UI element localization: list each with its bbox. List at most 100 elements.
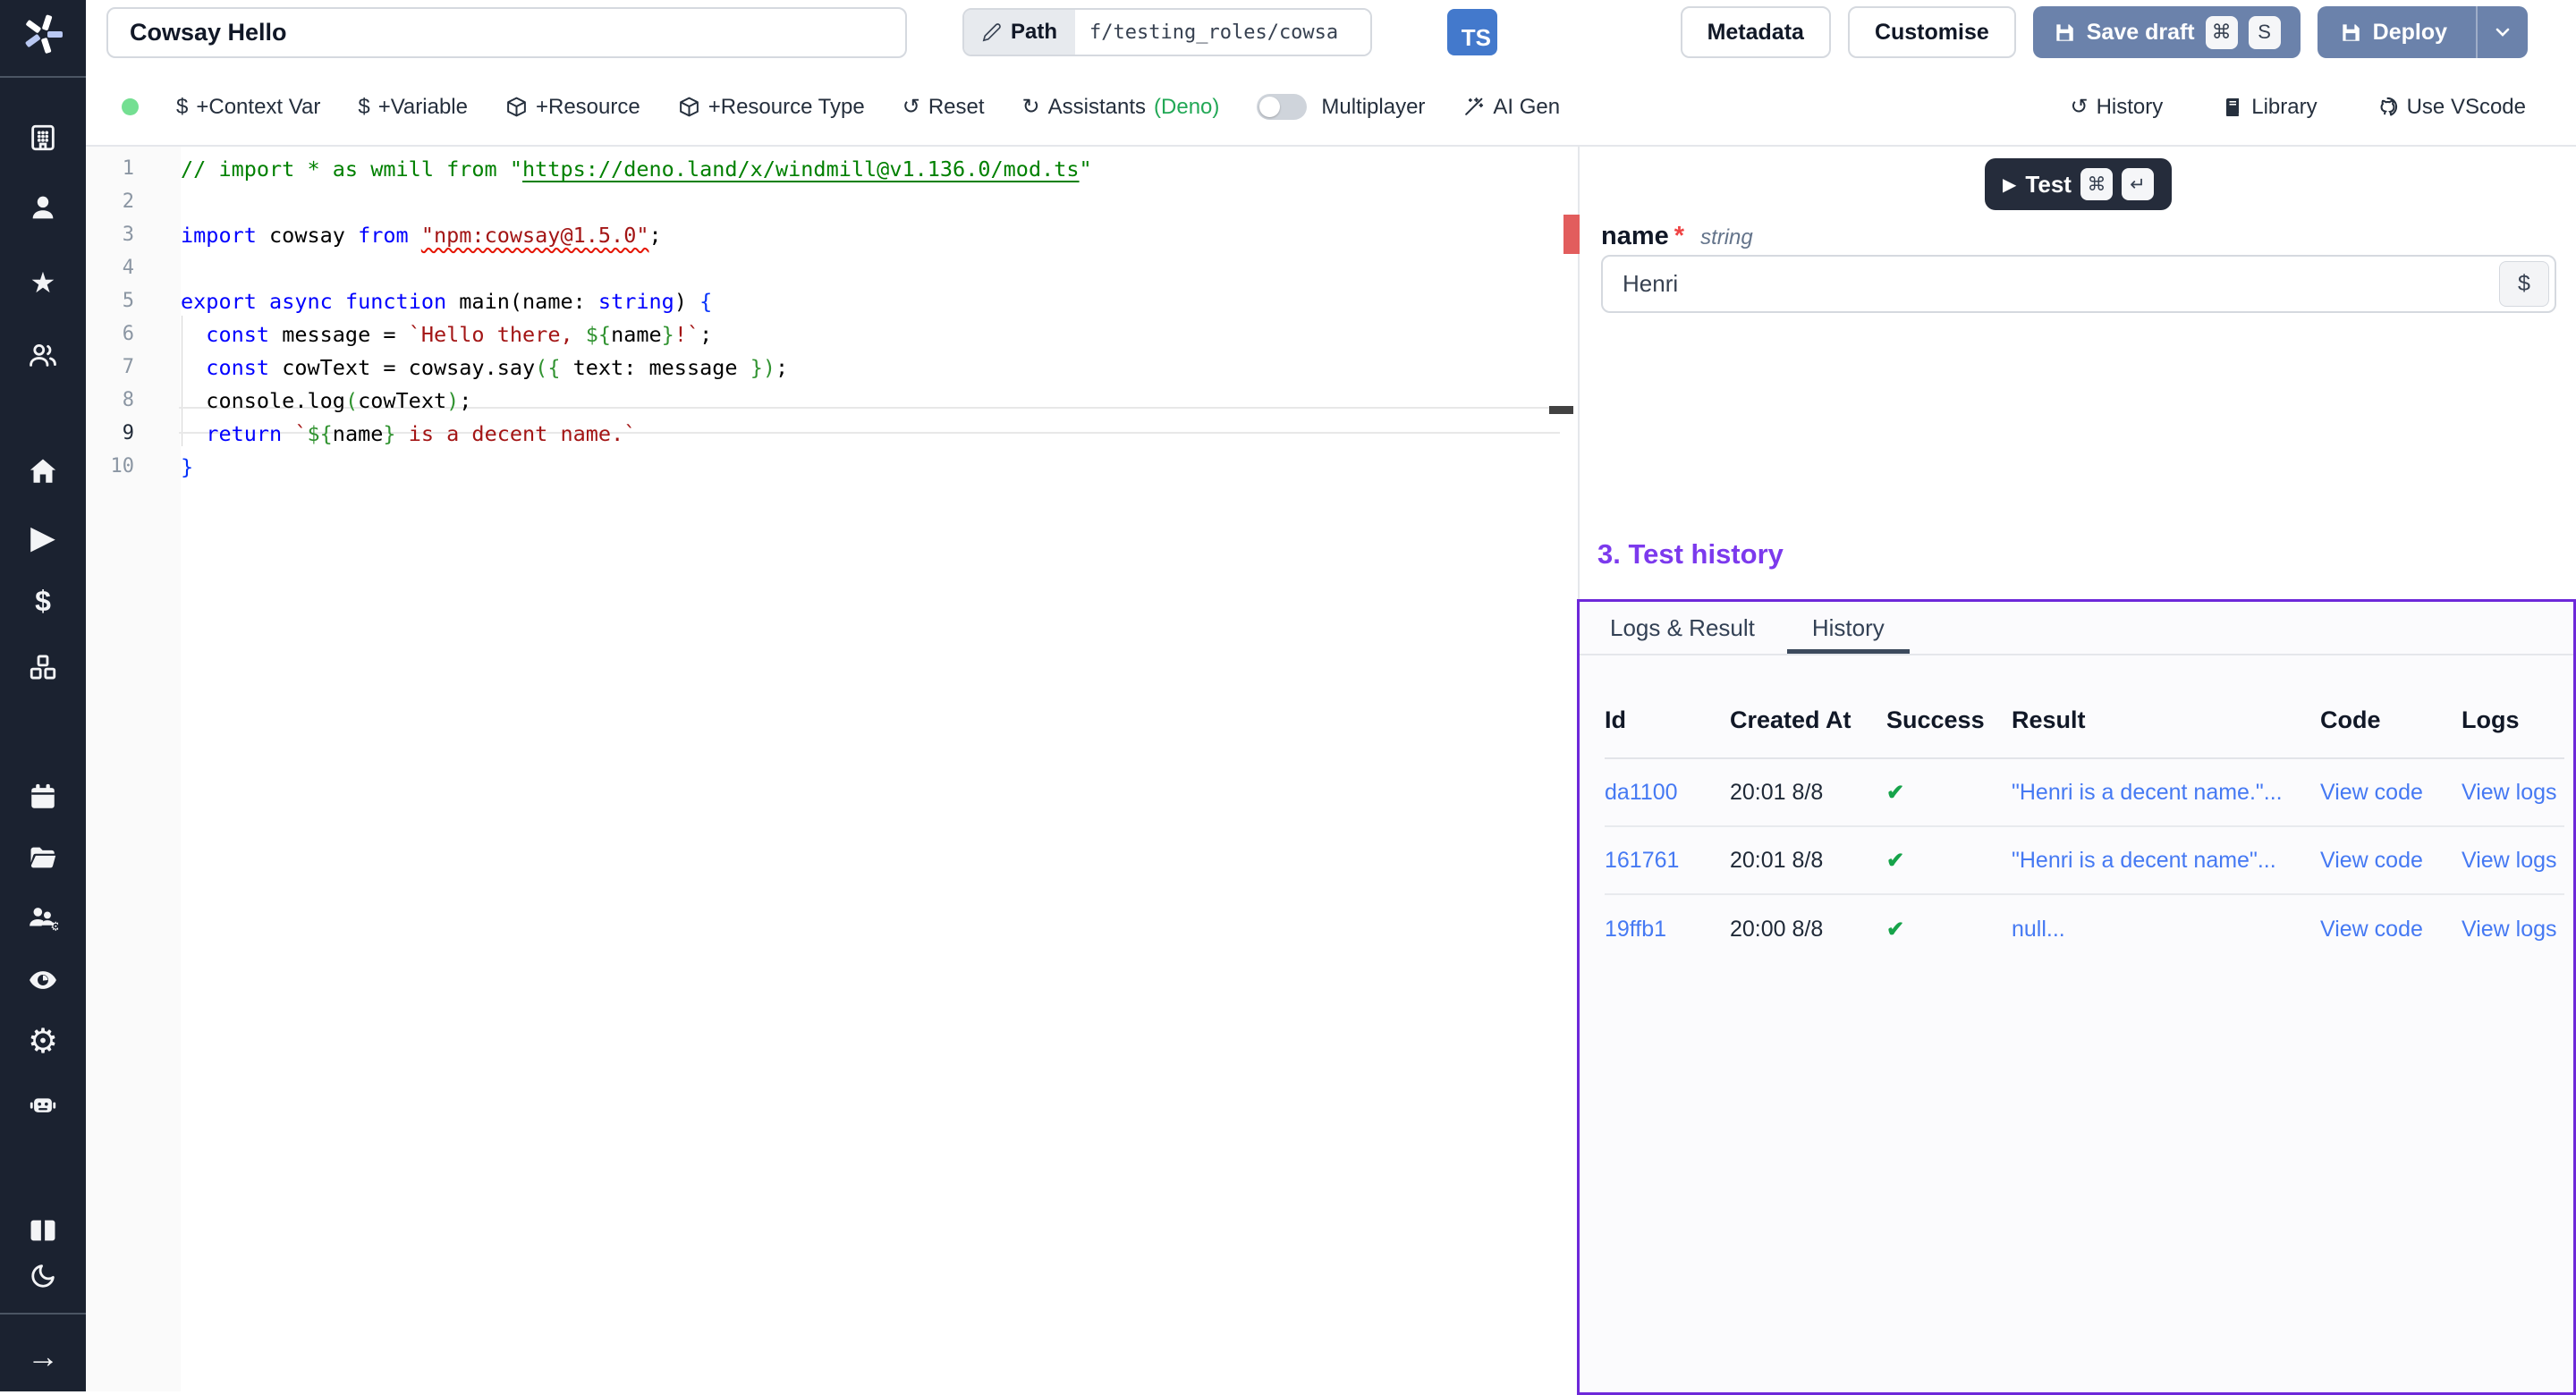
dollar-icon: $ <box>176 95 188 120</box>
typescript-badge: TS <box>1447 9 1497 55</box>
edit-path-button[interactable]: Path <box>964 10 1075 55</box>
variables-dollar-icon[interactable]: $ <box>0 581 86 621</box>
resources-boxes-icon[interactable] <box>0 647 86 687</box>
sidebar-divider <box>0 1313 86 1315</box>
assistants-button[interactable]: ↻ Assistants (Deno) <box>1022 94 1220 120</box>
customise-button[interactable]: Customise <box>1848 6 2016 58</box>
test-history-panel: Logs & Result History IdCreated AtSucces… <box>1577 599 2576 1395</box>
line-number: 10 <box>86 455 134 478</box>
tab-history[interactable]: History <box>1812 602 1885 654</box>
wand-sparkles-icon <box>1462 96 1485 118</box>
column-header: Success <box>1886 706 2012 734</box>
view-logs-link[interactable]: View logs <box>2462 780 2564 806</box>
job-id-link[interactable]: da1100 <box>1605 780 1730 806</box>
sync-status-dot <box>122 98 139 115</box>
view-logs-link[interactable]: View logs <box>2462 917 2564 943</box>
history-row: da110020:01 8/8✔"Henri is a decent name.… <box>1605 759 2564 827</box>
play-icon: ▶ <box>2003 173 2016 196</box>
code-lines: 1// import * as wmill from "https://deno… <box>86 152 1578 483</box>
code-line: 3import cowsay from "npm:cowsay@1.5.0"; <box>86 218 1578 251</box>
multiplayer-label: Multiplayer <box>1321 95 1425 120</box>
result-link[interactable]: "Henri is a decent name."... <box>2012 780 2320 806</box>
add-resource-button[interactable]: +Resource <box>505 95 640 120</box>
test-button[interactable]: ▶ Test ⌘ ↵ <box>1985 158 2172 210</box>
code-line: 9 return `${name} is a decent name.` <box>86 417 1578 450</box>
editor-toolbar: $ +Context Var $ +Variable +Resource +Re… <box>86 69 2576 147</box>
book-icon <box>2222 97 2243 118</box>
view-code-link[interactable]: View code <box>2320 917 2462 943</box>
created-at-value: 20:00 8/8 <box>1730 917 1886 943</box>
success-check-icon: ✔ <box>1886 917 2012 943</box>
multiplayer-toggle[interactable] <box>1257 94 1307 120</box>
groups-users-icon[interactable] <box>0 335 86 375</box>
path-input[interactable] <box>1075 10 1370 55</box>
sidebar-divider <box>0 76 86 78</box>
column-header: Created At <box>1730 706 1886 734</box>
history-icon: ↺ <box>2070 94 2088 120</box>
workspace-building-icon[interactable] <box>0 118 86 157</box>
path-group: Path <box>962 8 1372 56</box>
ai-robot-icon[interactable] <box>0 1084 86 1123</box>
home-icon[interactable] <box>0 452 86 491</box>
insert-variable-button[interactable]: $ <box>2499 261 2549 307</box>
line-number: 6 <box>86 323 134 345</box>
history-button[interactable]: ↺ History <box>2070 94 2163 120</box>
cmd-key-badge: ⌘ <box>2080 168 2113 200</box>
deploy-dropdown-button[interactable] <box>2476 6 2528 58</box>
workers-users-gear-icon[interactable]: ⚙ <box>0 899 86 938</box>
created-at-value: 20:01 8/8 <box>1730 780 1886 806</box>
tab-logs-result[interactable]: Logs & Result <box>1610 602 1755 654</box>
job-id-link[interactable]: 19ffb1 <box>1605 917 1730 943</box>
svg-text:⚙: ⚙ <box>50 919 58 933</box>
deploy-button[interactable]: Deploy <box>2318 6 2465 58</box>
use-vscode-button[interactable]: Use VScode <box>2377 94 2526 120</box>
test-history-title: 3. Test history <box>1597 538 1784 571</box>
windmill-logo-icon[interactable] <box>21 13 64 55</box>
script-title-input[interactable] <box>106 7 907 58</box>
audit-eye-icon[interactable] <box>0 960 86 1000</box>
collapse-arrow-right-icon[interactable]: → <box>0 1337 86 1376</box>
column-header: Id <box>1605 706 1730 734</box>
history-table-header: IdCreated AtSuccessResultCodeLogs <box>1605 655 2564 759</box>
add-resource-type-button[interactable]: +Resource Type <box>678 95 865 120</box>
ai-gen-button[interactable]: AI Gen <box>1462 95 1560 120</box>
name-argument-input[interactable] <box>1601 255 2556 313</box>
settings-gear-icon[interactable]: ⚙ <box>0 1022 86 1061</box>
reset-button[interactable]: ↺ Reset <box>902 94 985 120</box>
job-id-link[interactable]: 161761 <box>1605 848 1730 874</box>
column-header: Code <box>2320 706 2462 734</box>
user-icon[interactable] <box>0 189 86 228</box>
line-number: 1 <box>86 157 134 180</box>
metadata-button[interactable]: Metadata <box>1681 6 1831 58</box>
code-editor[interactable]: 1// import * as wmill from "https://deno… <box>86 147 1578 1391</box>
folders-icon[interactable] <box>0 838 86 877</box>
required-asterisk: * <box>1674 222 1684 251</box>
add-context-var-button[interactable]: $ +Context Var <box>176 95 320 120</box>
dark-mode-moon-icon[interactable] <box>0 1256 86 1296</box>
favorites-star-icon[interactable]: ★ <box>0 263 86 302</box>
runs-play-icon[interactable]: ▶ <box>0 518 86 557</box>
package-icon <box>505 96 528 118</box>
save-draft-button[interactable]: Save draft ⌘ S <box>2033 6 2301 58</box>
line-number: 8 <box>86 389 134 411</box>
field-name-label: name <box>1601 222 1669 251</box>
schedules-calendar-icon[interactable] <box>0 777 86 816</box>
save-floppy-icon <box>2339 21 2362 44</box>
test-panel: ▶ Test ⌘ ↵ name * string $ 3. Test histo… <box>1580 147 2576 1391</box>
add-variable-button[interactable]: $ +Variable <box>358 95 468 120</box>
line-number: 2 <box>86 190 134 213</box>
view-code-link[interactable]: View code <box>2320 848 2462 874</box>
code-line: 6 const message = `Hello there, ${name}!… <box>86 317 1578 351</box>
code-line: 7 const cowText = cowsay.say({ text: mes… <box>86 351 1578 384</box>
line-number: 9 <box>86 422 134 444</box>
view-code-link[interactable]: View code <box>2320 780 2462 806</box>
result-link[interactable]: null... <box>2012 917 2320 943</box>
docs-book-icon[interactable] <box>0 1211 86 1250</box>
view-logs-link[interactable]: View logs <box>2462 848 2564 874</box>
line-number: 5 <box>86 290 134 312</box>
library-button[interactable]: Library <box>2222 94 2317 120</box>
column-header: Result <box>2012 706 2320 734</box>
result-link[interactable]: "Henri is a decent name"... <box>2012 848 2320 874</box>
reset-icon: ↺ <box>902 94 920 120</box>
pencil-icon <box>982 22 1002 42</box>
